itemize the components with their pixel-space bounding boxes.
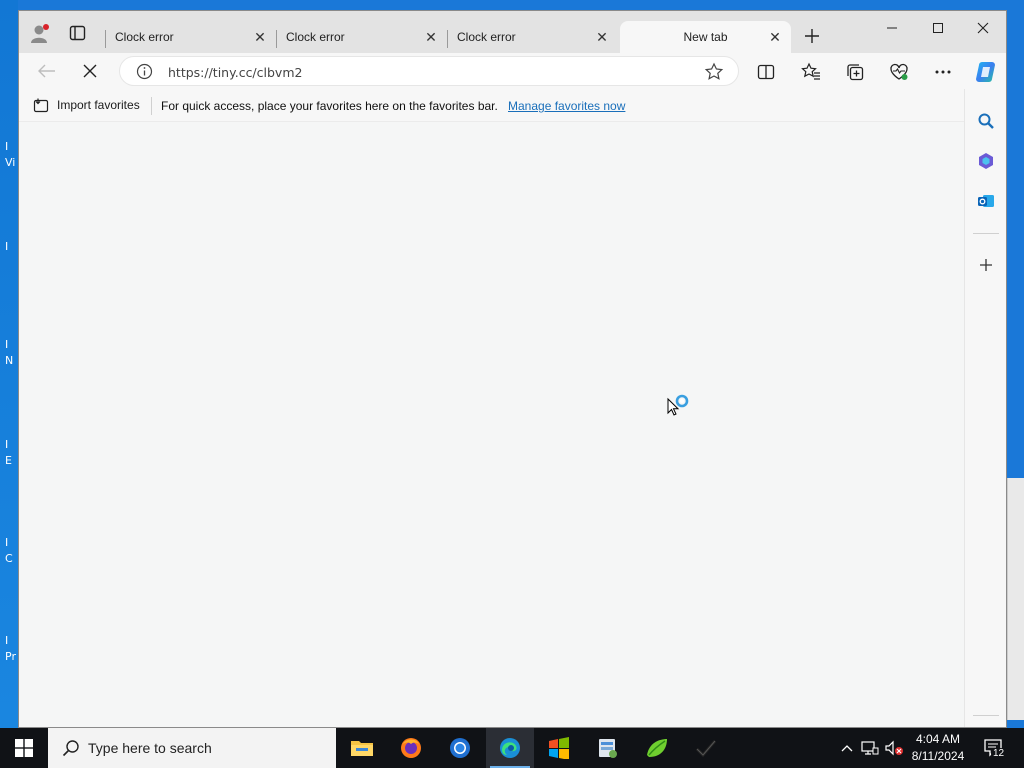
favorites-icon[interactable]: [801, 62, 821, 82]
sidebar-divider: [973, 715, 999, 716]
desktop-icon-fragment: E: [5, 454, 12, 467]
network-icon[interactable]: [860, 728, 880, 768]
volume-muted-icon[interactable]: [883, 728, 905, 768]
background-window-fragment: [1007, 478, 1024, 720]
windows-icon: [15, 739, 33, 757]
desktop-icon-fragment: C: [5, 552, 13, 565]
tab-strip: Clock error ✕ Clock error ✕ Clock error …: [19, 11, 1006, 53]
tab-label: Clock error: [115, 30, 174, 44]
firefox-icon[interactable]: [387, 728, 435, 768]
new-tab-button[interactable]: [801, 25, 823, 47]
copilot-icon[interactable]: [974, 59, 1000, 85]
import-favorites-button[interactable]: Import favorites: [33, 97, 140, 113]
desktop-icon-fragment: I: [5, 240, 9, 253]
tab-label: Clock error: [457, 30, 516, 44]
back-button[interactable]: [33, 59, 61, 83]
manage-favorites-link[interactable]: Manage favorites now: [508, 99, 625, 113]
url-text: https://tiny.cc/clbvm2: [168, 65, 303, 80]
more-options-icon[interactable]: [933, 62, 953, 82]
tab-clock-error-3[interactable]: Clock error ✕: [447, 21, 618, 53]
page-content[interactable]: [19, 121, 964, 727]
edge-icon[interactable]: [486, 728, 534, 768]
start-button[interactable]: [0, 728, 48, 768]
address-bar[interactable]: https://tiny.cc/clbvm2: [119, 56, 739, 86]
edge-sidebar: [964, 89, 1006, 727]
tab-separator: [105, 30, 106, 48]
clock-time: 4:04 AM: [915, 732, 961, 746]
desktop-icon-fragment: I: [5, 536, 9, 549]
show-hidden-icons-chevron-up-icon[interactable]: [838, 728, 856, 768]
sidebar-divider: [973, 233, 999, 234]
system-clock[interactable]: 4:04 AM 8/11/2024: [905, 731, 971, 765]
tab-actions-icon[interactable]: [69, 25, 87, 41]
split-screen-icon[interactable]: [756, 62, 776, 82]
desktop-icon-fragment: I: [5, 338, 9, 351]
browser-window: Clock error ✕ Clock error ✕ Clock error …: [18, 10, 1007, 728]
shopping-icon[interactable]: [976, 151, 996, 171]
profile-icon[interactable]: [29, 23, 51, 45]
green-leaf-app-icon[interactable]: [633, 728, 681, 768]
tab-label: New tab: [683, 30, 728, 44]
favorites-bar: Import favorites For quick access, place…: [19, 89, 964, 121]
desktop-icon-fragment: N: [5, 354, 14, 367]
tab-new-tab[interactable]: New tab ✕: [620, 21, 791, 53]
stop-loading-button[interactable]: [76, 59, 104, 83]
desktop-left-edge: I Vi I I N I E I C I Pr: [0, 0, 18, 728]
browser-essentials-icon[interactable]: [889, 62, 909, 82]
file-explorer-icon[interactable]: [338, 728, 386, 768]
maximize-button[interactable]: [915, 13, 961, 43]
desktop-icon-fragment: Vi: [5, 156, 16, 169]
notification-center-icon[interactable]: 12: [980, 728, 1008, 768]
tab-clock-error-1[interactable]: Clock error ✕: [105, 21, 276, 53]
collections-icon[interactable]: [845, 62, 865, 82]
search-icon: [62, 740, 79, 757]
site-info-icon[interactable]: [136, 63, 153, 80]
add-favorite-star-icon[interactable]: [704, 62, 724, 82]
clock-date: 8/11/2024: [911, 749, 965, 763]
import-favorites-label: Import favorites: [57, 98, 140, 112]
add-sidebar-app-icon[interactable]: [976, 255, 996, 275]
tab-separator: [447, 30, 448, 48]
taskbar: Type here to search 4:04 AM 8/11/2024 12: [0, 728, 1024, 768]
favorites-bar-message: For quick access, place your favorites h…: [161, 99, 498, 113]
close-tab-icon[interactable]: ✕: [594, 29, 610, 45]
desktop-icon-fragment: I: [5, 634, 9, 647]
minimize-button[interactable]: [869, 13, 915, 43]
desktop-icon-fragment: Pr: [5, 650, 16, 663]
import-icon: [33, 98, 49, 113]
windows-store-icon[interactable]: [535, 728, 583, 768]
busy-cursor-icon: [667, 393, 693, 421]
checkmark-app-icon[interactable]: [682, 728, 730, 768]
close-tab-icon[interactable]: ✕: [252, 29, 268, 45]
search-placeholder: Type here to search: [88, 740, 212, 756]
search-icon[interactable]: [976, 111, 996, 131]
outlook-icon[interactable]: [976, 191, 996, 211]
control-panel-icon[interactable]: [584, 728, 632, 768]
tab-clock-error-2[interactable]: Clock error ✕: [276, 21, 447, 53]
close-tab-icon[interactable]: ✕: [767, 29, 783, 45]
desktop-icon-fragment: I: [5, 438, 9, 451]
notification-count-badge: 12: [991, 748, 1007, 759]
tab-label: Clock error: [286, 30, 345, 44]
tab-separator: [276, 30, 277, 48]
desktop-icon-fragment: I: [5, 140, 9, 153]
close-tab-icon[interactable]: ✕: [423, 29, 439, 45]
chrome-icon[interactable]: [436, 728, 484, 768]
taskbar-search-box[interactable]: Type here to search: [48, 728, 336, 768]
close-window-button[interactable]: [960, 13, 1006, 43]
favorites-divider: [151, 97, 152, 115]
navigation-toolbar: https://tiny.cc/clbvm2: [19, 53, 1006, 89]
